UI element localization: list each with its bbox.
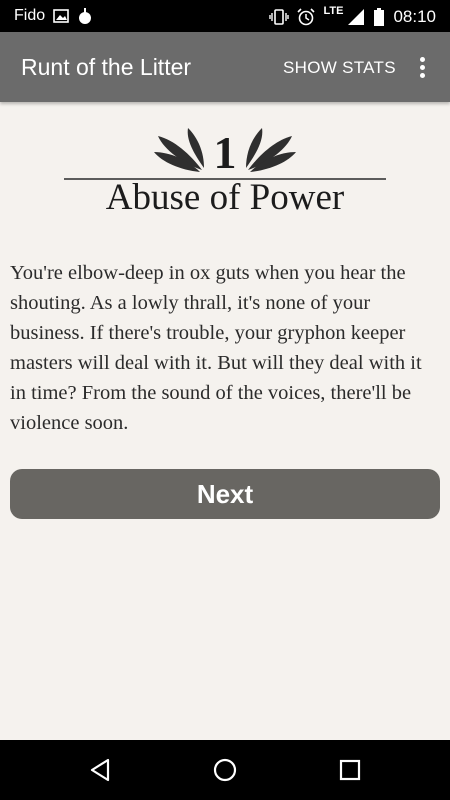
overflow-menu-icon[interactable]	[412, 54, 432, 82]
home-icon[interactable]	[212, 757, 238, 783]
back-icon[interactable]	[88, 757, 112, 783]
app-bar: Runt of the Litter SHOW STATS	[0, 32, 450, 102]
navigation-bar	[0, 740, 450, 800]
network-type-label: LTE	[323, 5, 344, 17]
recent-apps-icon[interactable]	[339, 757, 361, 783]
show-stats-button[interactable]: SHOW STATS	[283, 58, 396, 78]
image-notification-icon	[53, 9, 69, 23]
app-title: Runt of the Litter	[21, 54, 192, 80]
signal-icon	[348, 9, 365, 25]
vibrate-icon	[269, 9, 290, 25]
chapter-number: 1	[213, 127, 237, 178]
chapter-title: Abuse of Power	[105, 177, 345, 218]
clock: 08:10	[393, 7, 436, 26]
story-text: You're elbow-deep in ox guts when you he…	[10, 262, 422, 434]
app-notification-icon	[79, 8, 92, 24]
status-bar: Fido LTE 08:10	[0, 0, 450, 32]
carrier-label: Fido	[14, 7, 46, 24]
alarm-icon	[297, 8, 316, 26]
battery-icon	[374, 8, 385, 26]
next-button[interactable]: Next	[10, 469, 440, 519]
chapter-header: 1 Abuse of Power	[62, 124, 388, 224]
